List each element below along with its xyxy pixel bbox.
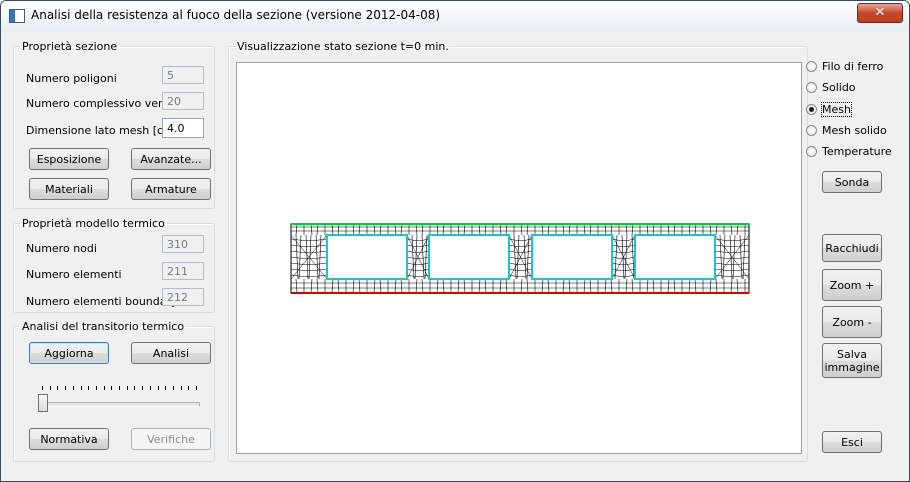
slider-tick [134, 386, 136, 390]
close-button[interactable]: ✕ [857, 3, 903, 23]
mesh-size-input[interactable] [162, 118, 204, 138]
slider-tick [95, 386, 97, 390]
num-nodes-field [162, 235, 204, 253]
void-cell [326, 234, 408, 280]
slider-tick [103, 386, 105, 390]
display-mode-radio-0[interactable] [806, 61, 817, 72]
rebars-button[interactable]: Armature [131, 178, 211, 200]
num-vertices-label: Numero complessivo vertici [26, 97, 180, 110]
main-window: Analisi della resistenza al fuoco della … [0, 0, 910, 482]
probe-button[interactable]: Sonda [822, 171, 882, 193]
section-canvas[interactable] [236, 62, 802, 454]
display-mode-radio-3[interactable] [806, 125, 817, 136]
void-cell [428, 234, 510, 280]
zoom-out-button[interactable]: Zoom - [822, 306, 882, 338]
num-elements-label: Numero elementi [26, 268, 122, 281]
title-bar[interactable]: Analisi della resistenza al fuoco della … [1, 1, 909, 31]
slider-tick [80, 386, 82, 390]
checks-button: Verifiche [131, 428, 211, 450]
display-mode-radio-1[interactable] [806, 82, 817, 93]
section-mesh-drawing [290, 223, 750, 294]
mesh-size-label: Dimensione lato mesh [cm] [26, 124, 179, 137]
exit-button[interactable]: Esci [822, 431, 882, 453]
section-view-legend: Visualizzazione stato sezione t=0 min. [237, 40, 449, 53]
num-elements-field [162, 262, 204, 280]
window-title: Analisi della resistenza al fuoco della … [31, 8, 441, 22]
transient-analysis-legend: Analisi del transitorio termico [22, 320, 185, 333]
void-cell [634, 234, 716, 280]
normative-button[interactable]: Normativa [29, 428, 109, 450]
display-mode-radio-4[interactable] [806, 146, 817, 157]
fit-button[interactable]: Racchiudi [822, 234, 882, 262]
exposure-button[interactable]: Esposizione [29, 148, 109, 170]
slider-tick [57, 386, 59, 390]
num-polygons-field [162, 66, 204, 84]
app-icon [9, 9, 25, 23]
client-area: Proprietà sezione Numero poligoni Numero… [8, 31, 903, 474]
num-boundary-field [162, 288, 204, 306]
slider-tick [157, 386, 159, 390]
void-cell [531, 234, 613, 280]
materials-button[interactable]: Materiali [29, 178, 109, 200]
slider-tick [119, 386, 120, 390]
slider-tick [126, 386, 128, 390]
display-mode-label-0[interactable]: Filo di ferro [822, 60, 883, 73]
zoom-in-button[interactable]: Zoom + [822, 269, 882, 301]
slider-tick [196, 386, 197, 390]
time-slider-track[interactable] [44, 402, 200, 407]
num-polygons-label: Numero poligoni [26, 72, 117, 85]
analysis-button[interactable]: Analisi [131, 342, 211, 364]
advanced-button[interactable]: Avanzate... [131, 148, 211, 170]
slider-tick [180, 386, 182, 390]
num-boundary-label: Numero elementi boundary [26, 295, 178, 308]
slider-tick [142, 386, 144, 390]
slider-tick [49, 386, 51, 390]
display-mode-label-2[interactable]: Mesh [821, 102, 852, 117]
slider-tick [88, 386, 90, 390]
slider-tick [65, 386, 67, 390]
slider-tick [172, 386, 174, 390]
num-nodes-label: Numero nodi [26, 242, 97, 255]
slider-tick [42, 386, 43, 390]
section-properties-legend: Proprietà sezione [22, 40, 118, 53]
num-vertices-field [162, 92, 204, 110]
slider-tick [72, 386, 74, 390]
update-button[interactable]: Aggiorna [29, 342, 109, 364]
display-mode-label-3[interactable]: Mesh solido [822, 124, 887, 137]
slider-tick [111, 386, 113, 390]
display-mode-label-4[interactable]: Temperature [822, 145, 892, 158]
display-mode-label-1[interactable]: Solido [822, 81, 856, 94]
save-image-button[interactable]: Salva immagine [822, 343, 882, 378]
slider-tick [188, 386, 190, 390]
thermal-model-legend: Proprietà modello termico [22, 217, 165, 230]
time-slider-thumb[interactable] [38, 394, 48, 412]
slider-tick [165, 386, 167, 390]
slider-tick [149, 386, 151, 390]
display-mode-radio-2[interactable] [806, 104, 817, 115]
